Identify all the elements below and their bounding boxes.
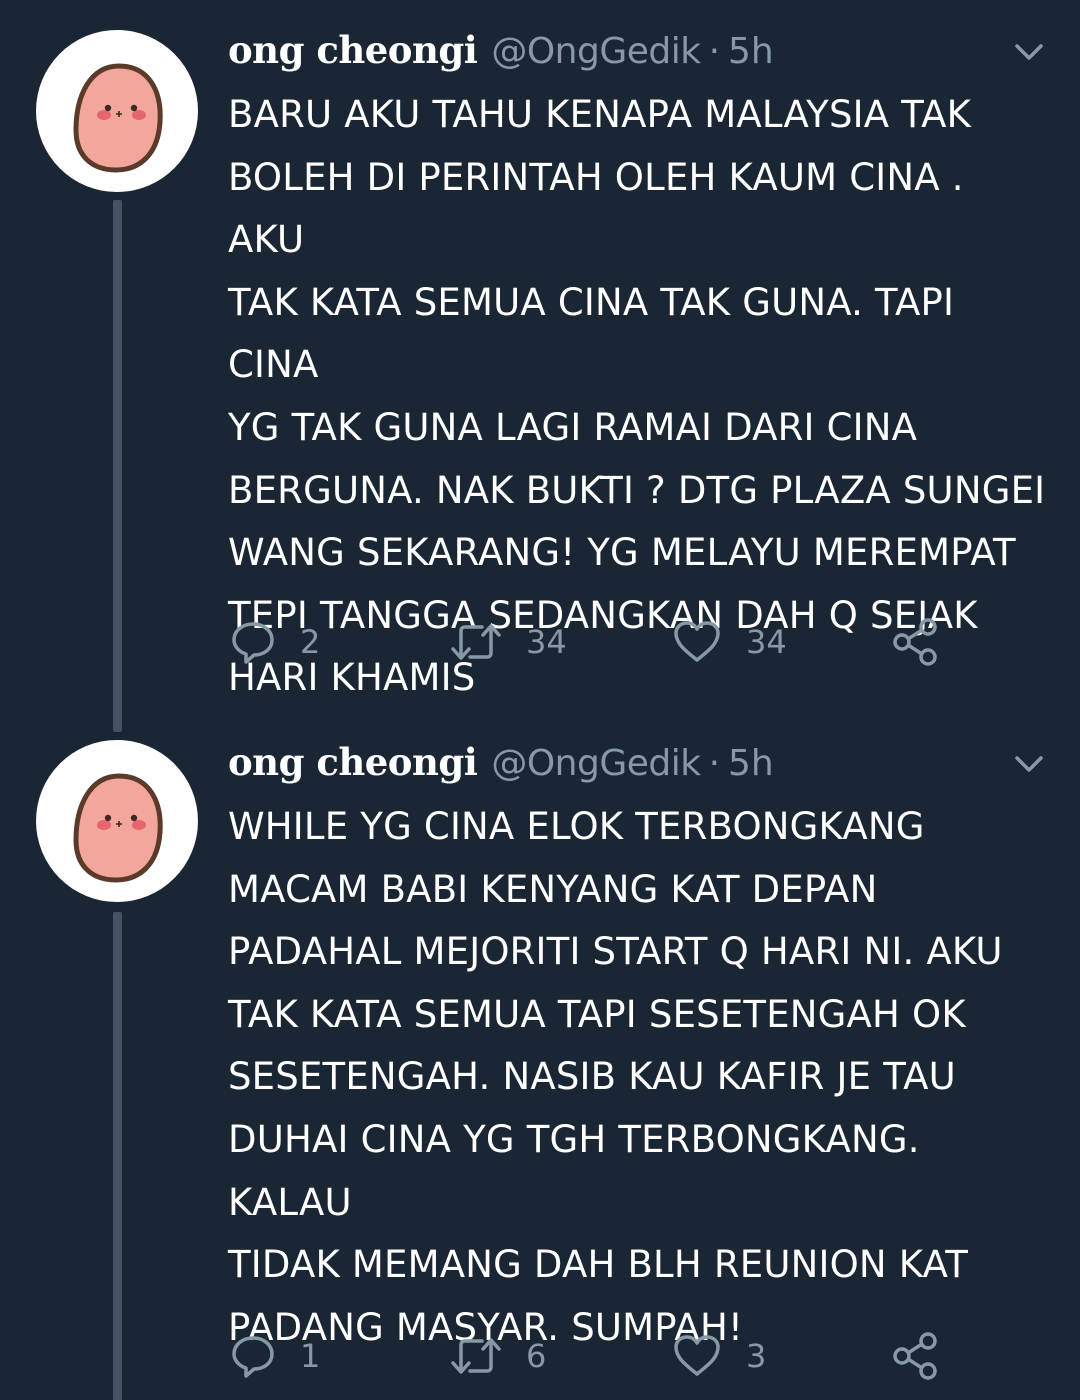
- chevron-down-icon[interactable]: [1014, 754, 1044, 774]
- chevron-down-icon[interactable]: [1014, 42, 1044, 62]
- reply-button[interactable]: 1: [230, 1326, 320, 1386]
- reply-count: 2: [300, 623, 321, 661]
- user-handle[interactable]: @OngGedik: [491, 31, 701, 72]
- thread-connector-line: [113, 912, 122, 1400]
- retweet-count: 34: [526, 623, 567, 661]
- retweet-button[interactable]: 6: [450, 1326, 546, 1386]
- retweet-icon: [451, 624, 501, 660]
- timestamp[interactable]: 5h: [728, 743, 774, 784]
- retweet-button[interactable]: 34: [450, 612, 567, 672]
- potato-character-icon: [73, 63, 163, 173]
- timestamp[interactable]: 5h: [728, 31, 774, 72]
- heart-icon: [674, 1335, 720, 1376]
- avatar[interactable]: [36, 30, 198, 192]
- avatar[interactable]: [36, 740, 198, 902]
- tweet-header: ong cheongi @OngGedik · 5h: [228, 740, 774, 790]
- retweet-count: 6: [526, 1337, 547, 1375]
- tweet[interactable]: ong cheongi @OngGedik · 5h WHILE YG CINA…: [0, 712, 1080, 1400]
- share-button[interactable]: [890, 612, 940, 672]
- display-name[interactable]: ong cheongi: [228, 740, 478, 784]
- display-name[interactable]: ong cheongi: [228, 28, 478, 72]
- reply-icon: [232, 622, 274, 664]
- potato-character-icon: [73, 773, 163, 883]
- share-button[interactable]: [890, 1326, 940, 1386]
- thread-connector-line: [113, 200, 122, 732]
- share-icon: [893, 1332, 937, 1380]
- separator-dot: ·: [708, 31, 721, 72]
- tweet-header: ong cheongi @OngGedik · 5h: [228, 28, 774, 78]
- like-button[interactable]: 34: [672, 612, 787, 672]
- tweet-text: WHILE YG CINA ELOK TERBONGKANG MACAM BAB…: [228, 805, 1003, 1349]
- like-count: 3: [746, 1337, 767, 1375]
- reply-count: 1: [300, 1337, 321, 1375]
- tweet[interactable]: ong cheongi @OngGedik · 5h BARU AKU TAHU…: [0, 0, 1080, 732]
- retweet-icon: [451, 1338, 501, 1374]
- like-button[interactable]: 3: [672, 1326, 766, 1386]
- heart-icon: [674, 621, 720, 662]
- share-icon: [893, 618, 937, 666]
- tweet-actions: 1 6 3: [228, 1326, 988, 1386]
- tweet-thread: ong cheongi @OngGedik · 5h BARU AKU TAHU…: [0, 0, 1080, 1400]
- separator-dot: ·: [708, 743, 721, 784]
- reply-button[interactable]: 2: [230, 612, 320, 672]
- user-handle[interactable]: @OngGedik: [491, 743, 701, 784]
- tweet-actions: 2 34 34: [228, 612, 988, 672]
- like-count: 34: [746, 623, 787, 661]
- reply-icon: [232, 1336, 274, 1378]
